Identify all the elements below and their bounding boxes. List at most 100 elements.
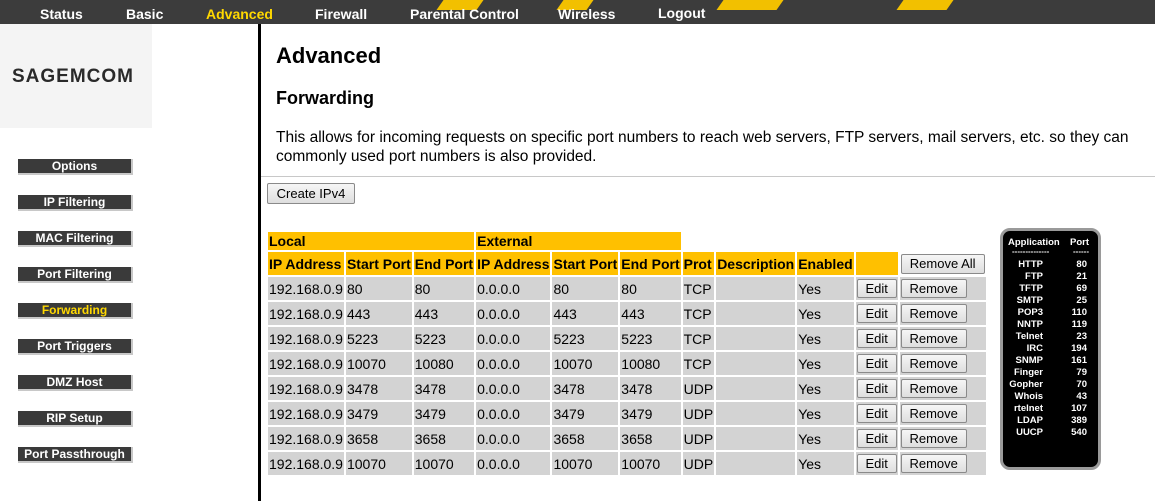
cell-description (716, 377, 796, 400)
cell-protocol: TCP (682, 327, 715, 350)
cell-local-ip: 192.168.0.9 (268, 277, 344, 300)
nav-advanced[interactable]: Advanced (206, 6, 273, 22)
cell-external-end-port: 3479 (620, 402, 681, 425)
remove-button[interactable]: Remove (900, 354, 967, 373)
description-line-1: This allows for incoming requests on spe… (276, 129, 1129, 146)
port-reference-port: 43 (1076, 391, 1087, 402)
cell-external-end-port: 443 (620, 302, 681, 325)
edit-button[interactable]: Edit (856, 379, 897, 398)
remove-button[interactable]: Remove (900, 329, 967, 348)
edit-button[interactable]: Edit (856, 354, 897, 373)
cell-protocol: UDP (682, 452, 715, 475)
remove-button[interactable]: Remove (900, 404, 967, 423)
cell-external-start-port: 5223 (552, 327, 619, 350)
col-header-local-start-port: Start Port (345, 252, 412, 275)
nav-basic[interactable]: Basic (126, 6, 163, 22)
port-reference-app: Gopher (1009, 379, 1043, 390)
cell-local-ip: 192.168.0.9 (268, 452, 344, 475)
port-reference-port: 25 (1076, 295, 1087, 306)
forwarding-table-body: 192.168.0.9 80 80 0.0.0.0 80 80 TCP Yes Edit Remo… (268, 277, 986, 475)
cell-edit: Edit (855, 402, 898, 425)
col-header-protocol: Prot (682, 252, 715, 275)
remove-all-button[interactable]: Remove All (900, 253, 985, 274)
cell-protocol: TCP (682, 302, 715, 325)
port-reference-port: 389 (1071, 415, 1087, 426)
cell-enabled: Yes (797, 377, 854, 400)
cell-local-start-port: 10070 (345, 352, 412, 375)
port-reference-app: Telnet (1015, 331, 1043, 342)
port-reference-row: Telnet 23 (1003, 331, 1098, 343)
port-reference-app: FTP (1025, 271, 1043, 282)
col-header-edit-blank (855, 252, 898, 275)
edit-button[interactable]: Edit (856, 304, 897, 323)
cell-external-ip: 0.0.0.0 (476, 427, 551, 450)
cell-local-ip: 192.168.0.9 (268, 402, 344, 425)
edit-button[interactable]: Edit (856, 279, 897, 298)
cell-protocol: UDP (682, 427, 715, 450)
port-reference-port: 80 (1076, 259, 1087, 270)
cell-local-start-port: 5223 (345, 327, 412, 350)
sidebar-item-port-filtering[interactable]: Port Filtering (18, 267, 133, 283)
cell-enabled: Yes (797, 327, 854, 350)
port-reference-port: 69 (1076, 283, 1087, 294)
cell-remove: Remove (899, 302, 986, 325)
port-reference-app: SNMP (1015, 355, 1043, 366)
cell-edit: Edit (855, 377, 898, 400)
sidebar-item-rip-setup[interactable]: RIP Setup (18, 411, 133, 427)
remove-button[interactable]: Remove (900, 304, 967, 323)
cell-external-end-port: 5223 (620, 327, 681, 350)
remove-button[interactable]: Remove (900, 379, 967, 398)
sidebar-item-port-passthrough[interactable]: Port Passthrough (18, 447, 133, 463)
cell-external-end-port: 3478 (620, 377, 681, 400)
sidebar-item-mac-filtering[interactable]: MAC Filtering (18, 231, 133, 247)
cell-external-start-port: 10070 (552, 352, 619, 375)
sidebar-item-dmz-host[interactable]: DMZ Host (18, 375, 133, 391)
remove-button[interactable]: Remove (900, 454, 967, 473)
edit-button[interactable]: Edit (856, 329, 897, 348)
cell-local-end-port: 443 (413, 302, 475, 325)
horizontal-divider (261, 176, 1155, 177)
sidebar-item-ip-filtering[interactable]: IP Filtering (18, 195, 133, 211)
forwarding-table: Local External IP Address Start Port End… (266, 230, 988, 477)
nav-firewall[interactable]: Firewall (315, 6, 367, 22)
edit-button[interactable]: Edit (856, 429, 897, 448)
remove-button[interactable]: Remove (900, 429, 967, 448)
cell-local-end-port: 80 (413, 277, 475, 300)
cell-local-start-port: 10070 (345, 452, 412, 475)
nav-wireless[interactable]: Wireless (558, 6, 615, 22)
port-reference-app: POP3 (1017, 307, 1043, 318)
cell-external-ip: 0.0.0.0 (476, 327, 551, 350)
cell-external-start-port: 3658 (552, 427, 619, 450)
port-reference-app: Finger (1013, 367, 1043, 378)
logo-area: SAGEMCOM (0, 24, 152, 128)
cell-local-ip: 192.168.0.9 (268, 377, 344, 400)
cell-enabled: Yes (797, 452, 854, 475)
port-reference-app: rtelnet (1013, 403, 1043, 414)
table-row: 192.168.0.9 80 80 0.0.0.0 80 80 TCP Yes Edit Remo… (268, 277, 986, 300)
sidebar-item-options[interactable]: Options (18, 159, 133, 175)
group-header-local: Local (268, 232, 475, 250)
col-header-local-ip: IP Address (268, 252, 344, 275)
cell-enabled: Yes (797, 427, 854, 450)
sidebar: SAGEMCOM Options IP Filtering MAC Filter… (0, 24, 258, 501)
brand-logo: SAGEMCOM (12, 66, 134, 87)
cell-protocol: TCP (682, 277, 715, 300)
remove-button[interactable]: Remove (900, 279, 967, 298)
cell-local-ip: 192.168.0.9 (268, 302, 344, 325)
sidebar-item-forwarding[interactable]: Forwarding (18, 303, 133, 319)
sidebar-item-port-triggers[interactable]: Port Triggers (18, 339, 133, 355)
col-header-remove-all: Remove All (900, 252, 986, 275)
table-group-header-row: Local External (268, 232, 986, 250)
port-reference-port: 79 (1076, 367, 1087, 378)
edit-button[interactable]: Edit (856, 404, 897, 423)
nav-parental-control[interactable]: Parental Control (410, 6, 519, 22)
cell-description (716, 327, 796, 350)
nav-logout[interactable]: Logout (658, 5, 705, 21)
edit-button[interactable]: Edit (856, 454, 897, 473)
port-reference-panel: Application Port -------------- ------ H… (1000, 228, 1101, 470)
create-ipv4-button[interactable]: Create IPv4 (267, 183, 355, 204)
cell-local-start-port: 3478 (345, 377, 412, 400)
port-reference-app: Whois (1014, 391, 1044, 402)
nav-status[interactable]: Status (40, 6, 83, 22)
port-reference-port: 194 (1071, 343, 1087, 354)
